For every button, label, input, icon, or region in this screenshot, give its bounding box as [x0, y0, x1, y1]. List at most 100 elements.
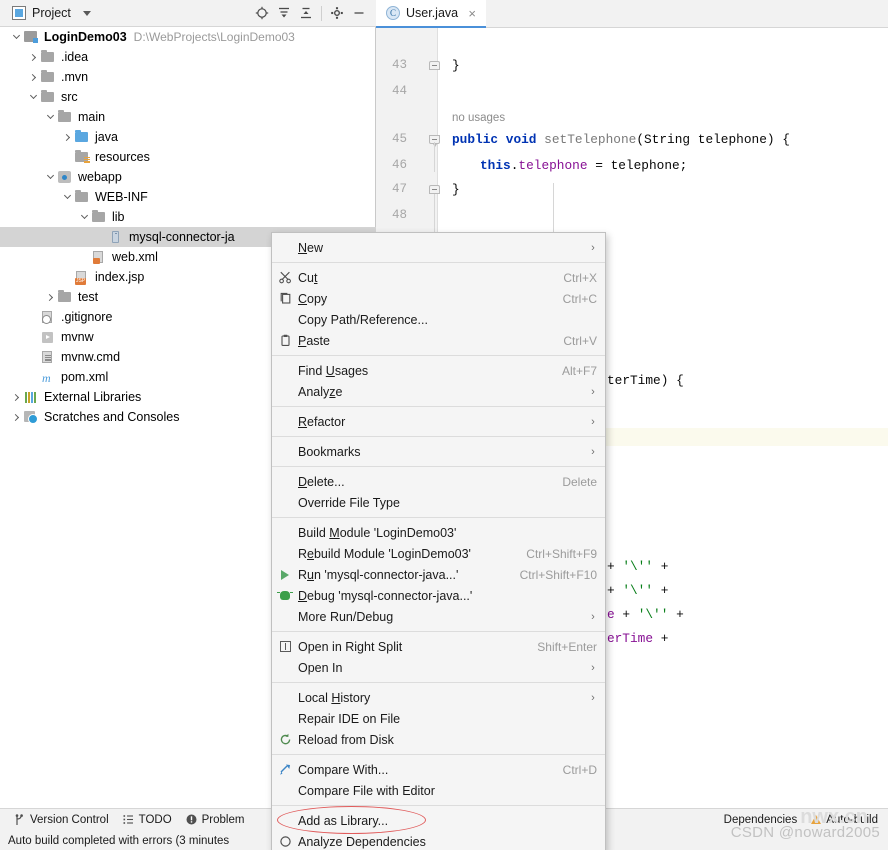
tree-item-label: WEB-INF: [95, 190, 148, 204]
chevron-right-icon[interactable]: [27, 51, 40, 64]
menu-item-label: Open In: [298, 660, 343, 675]
tree-item-label: mvnw.cmd: [61, 350, 121, 364]
code-token: telephone: [518, 158, 588, 173]
menu-item-open-in[interactable]: Open In ›: [272, 657, 605, 678]
status-item-version-control[interactable]: Version Control: [14, 814, 109, 826]
expand-all-icon[interactable]: [273, 2, 295, 24]
menu-item-refactor[interactable]: Refactor ›: [272, 411, 605, 432]
context-menu[interactable]: New › Cut Ctrl+X Copy Ctrl+C Copy Path/Referen…: [271, 232, 606, 850]
chevron-right-icon: ›: [591, 241, 595, 254]
menu-separator: [272, 805, 605, 806]
tree-item-main[interactable]: main: [0, 107, 376, 127]
chevron-right-icon[interactable]: [10, 391, 23, 404]
menu-item-label: Copy Path/Reference...: [298, 312, 428, 327]
project-panel-title: Project: [32, 6, 71, 20]
close-icon[interactable]: ×: [466, 6, 478, 21]
menu-item-more-run-debug[interactable]: More Run/Debug ›: [272, 606, 605, 627]
menu-item-label: Delete...: [298, 474, 345, 489]
chevron-right-icon: ›: [591, 415, 595, 428]
menu-item-cut[interactable]: Cut Ctrl+X: [272, 267, 605, 288]
code-token: public: [452, 132, 499, 147]
menu-separator: [272, 631, 605, 632]
chevron-right-icon[interactable]: [44, 291, 57, 304]
menu-item-local-history[interactable]: Local History ›: [272, 687, 605, 708]
tree-item-mvn[interactable]: .mvn: [0, 67, 376, 87]
tree-item-label: LoginDemo03: [44, 30, 127, 44]
menu-item-analyze[interactable]: Analyze ›: [272, 381, 605, 402]
tree-item-path: D:\WebProjects\LoginDemo03: [133, 30, 295, 44]
chevron-down-icon[interactable]: [27, 91, 40, 104]
menu-item-label: Build Module 'LoginDemo03': [298, 525, 457, 540]
scratches-icon: [23, 409, 39, 425]
tree-item-webapp[interactable]: webapp: [0, 167, 376, 187]
menu-item-paste[interactable]: Paste Ctrl+V: [272, 330, 605, 351]
chevron-right-icon: ›: [591, 385, 595, 398]
code-token: +: [653, 559, 669, 574]
menu-item-add-as-library[interactable]: Add as Library...: [272, 810, 605, 831]
locate-icon[interactable]: [251, 2, 273, 24]
chevron-down-icon[interactable]: [78, 211, 91, 224]
menu-item-rebuild-module-logindemo03[interactable]: Rebuild Module 'LoginDemo03' Ctrl+Shift+F…: [272, 543, 605, 564]
tree-item-label: Scratches and Consoles: [44, 410, 180, 424]
tree-item-resources[interactable]: resources: [0, 147, 376, 167]
menu-item-debug-mysql-connector-java[interactable]: Debug 'mysql-connector-java...': [272, 585, 605, 606]
chevron-down-icon[interactable]: [44, 111, 57, 124]
tree-item-idea[interactable]: .idea: [0, 47, 376, 67]
project-view-chevron-down-icon[interactable]: [82, 10, 91, 16]
menu-item-label: Repair IDE on File: [298, 711, 401, 726]
menu-item-repair-ide-on-file[interactable]: Repair IDE on File: [272, 708, 605, 729]
tree-item-java[interactable]: java: [0, 127, 376, 147]
status-item-problems[interactable]: Problem: [186, 813, 245, 826]
menu-item-run-mysql-connector-java[interactable]: Run 'mysql-connector-java...' Ctrl+Shift+…: [272, 564, 605, 585]
tree-item-label: webapp: [78, 170, 122, 184]
status-label: Problem: [201, 813, 245, 826]
menu-separator: [272, 682, 605, 683]
code-token: this: [480, 158, 511, 173]
menu-item-open-in-right-split[interactable]: Open in Right Split Shift+Enter: [272, 636, 605, 657]
tree-item-label: mvnw: [61, 330, 94, 344]
chevron-right-icon[interactable]: [10, 411, 23, 424]
compare-icon: [272, 763, 298, 776]
chevron-down-icon[interactable]: [10, 31, 23, 44]
collapse-all-icon[interactable]: [295, 2, 317, 24]
chevron-right-icon: ›: [591, 610, 595, 623]
chevron-down-icon[interactable]: [44, 171, 57, 184]
hide-window-icon[interactable]: [348, 2, 370, 24]
chevron-right-icon[interactable]: [27, 71, 40, 84]
tab-user-java[interactable]: C User.java ×: [376, 0, 487, 28]
menu-item-build-module-logindemo03[interactable]: Build Module 'LoginDemo03': [272, 522, 605, 543]
code-line: this.telephone = telephone;: [438, 158, 687, 174]
tree-item-logindemo03[interactable]: LoginDemo03 D:\WebProjects\LoginDemo03: [0, 27, 376, 47]
debug-icon: [272, 591, 298, 600]
line-number: 48: [391, 208, 407, 222]
code-token: +: [614, 607, 638, 622]
menu-item-new[interactable]: New ›: [272, 237, 605, 258]
tree-item-lib[interactable]: lib: [0, 207, 376, 227]
folder-icon: [57, 109, 73, 125]
menu-item-analyze-dependencies[interactable]: Analyze Dependencies: [272, 831, 605, 850]
menu-item-copy-path-reference[interactable]: Copy Path/Reference...: [272, 309, 605, 330]
settings-gear-icon[interactable]: [326, 2, 348, 24]
tree-item-label: External Libraries: [44, 390, 142, 404]
tree-item-label: .mvn: [61, 70, 89, 84]
menu-item-label: Override File Type: [298, 495, 400, 510]
folder-blue-icon: [74, 129, 90, 145]
menu-item-find-usages[interactable]: Find Usages Alt+F7: [272, 360, 605, 381]
code-line: }: [438, 58, 460, 74]
tree-item-web-inf[interactable]: WEB-INF: [0, 187, 376, 207]
status-item-todo[interactable]: TODO: [123, 814, 172, 826]
menu-item-compare-with[interactable]: Compare With... Ctrl+D: [272, 759, 605, 780]
menu-item-copy[interactable]: Copy Ctrl+C: [272, 288, 605, 309]
code-token: no usages: [452, 112, 506, 124]
chevron-right-icon[interactable]: [61, 131, 74, 144]
menu-item-bookmarks[interactable]: Bookmarks ›: [272, 441, 605, 462]
menu-item-delete[interactable]: Delete... Delete: [272, 471, 605, 492]
menu-item-reload-from-disk[interactable]: Reload from Disk: [272, 729, 605, 750]
chevron-down-icon[interactable]: [61, 191, 74, 204]
tree-item-src[interactable]: src: [0, 87, 376, 107]
menu-item-compare-file-with-editor[interactable]: Compare File with Editor: [272, 780, 605, 801]
menu-item-override-file-type[interactable]: Override File Type: [272, 492, 605, 513]
code-token: }: [452, 58, 460, 73]
